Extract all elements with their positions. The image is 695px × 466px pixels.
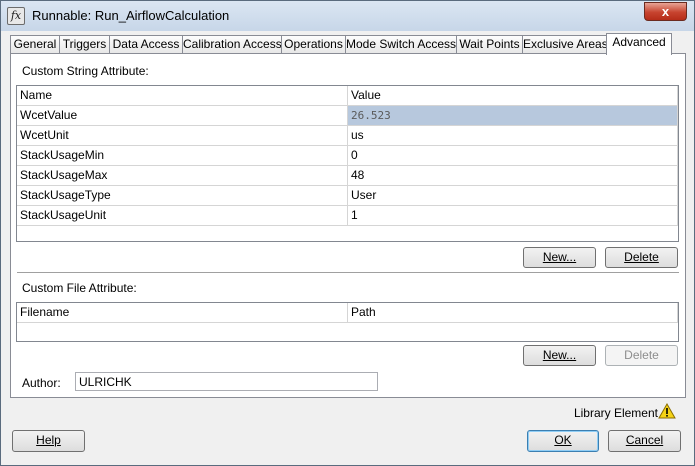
row-name-cell[interactable]: StackUsageUnit <box>17 206 348 226</box>
help-button-label: Help <box>36 433 61 447</box>
cancel-button-label: Cancel <box>625 433 664 447</box>
tab-wait-points[interactable]: Wait Points <box>456 35 523 54</box>
delete-string-attribute-button[interactable]: Delete <box>605 247 678 268</box>
new-file-attribute-button[interactable]: New... <box>523 345 596 366</box>
tab-advanced[interactable]: Advanced <box>606 33 672 55</box>
function-icon: fx <box>7 7 25 25</box>
delete-file-attribute-button[interactable]: Delete <box>605 345 678 366</box>
row-value-cell[interactable]: 26.523 <box>348 106 678 126</box>
delete-button-label: Delete <box>624 348 659 362</box>
row-name-cell[interactable]: StackUsageMax <box>17 166 348 186</box>
title-bar[interactable]: fx Runnable: Run_AirflowCalculation x <box>1 1 694 31</box>
tab-calibration-access[interactable]: Calibration Access <box>182 35 282 54</box>
row-name-cell[interactable]: StackUsageType <box>17 186 348 206</box>
row-name-cell[interactable]: WcetValue <box>17 106 348 126</box>
author-field[interactable] <box>75 372 378 391</box>
row-value-cell[interactable]: us <box>348 126 678 146</box>
column-header-filename[interactable]: Filename <box>17 303 348 323</box>
ok-button-label: OK <box>554 433 572 447</box>
string-attribute-table: Name Value WcetValue 26.523 WcetUnit us … <box>16 85 679 242</box>
cancel-button[interactable]: Cancel <box>608 430 681 452</box>
library-element-label: Library Element <box>573 406 658 420</box>
row-name-cell[interactable]: StackUsageMin <box>17 146 348 166</box>
tab-mode-switch-access[interactable]: Mode Switch Access <box>345 35 457 54</box>
row-value-cell[interactable]: 1 <box>348 206 678 226</box>
new-button-label: New... <box>542 250 577 264</box>
row-value-cell[interactable]: User <box>348 186 678 206</box>
section-divider <box>17 272 679 274</box>
new-string-attribute-button[interactable]: New... <box>523 247 596 268</box>
delete-button-label: Delete <box>624 250 659 264</box>
custom-file-attribute-label: Custom File Attribute: <box>22 281 137 295</box>
warning-icon <box>658 403 676 419</box>
tab-exclusive-areas[interactable]: Exclusive Areas <box>522 35 608 54</box>
tab-operations[interactable]: Operations <box>281 35 346 54</box>
file-attribute-table: Filename Path <box>16 302 679 342</box>
tab-general[interactable]: General <box>10 35 60 54</box>
custom-string-attribute-label: Custom String Attribute: <box>22 64 149 78</box>
tab-data-access[interactable]: Data Access <box>109 35 183 54</box>
help-button[interactable]: Help <box>12 430 85 452</box>
author-label: Author: <box>22 376 61 390</box>
column-header-value[interactable]: Value <box>348 86 678 106</box>
row-name-cell[interactable]: WcetUnit <box>17 126 348 146</box>
runnable-dialog: fx Runnable: Run_AirflowCalculation x Ge… <box>0 0 695 466</box>
ok-button[interactable]: OK <box>527 430 599 452</box>
tab-triggers[interactable]: Triggers <box>59 35 110 54</box>
row-value-cell[interactable]: 0 <box>348 146 678 166</box>
row-value-cell[interactable]: 48 <box>348 166 678 186</box>
close-button[interactable]: x <box>644 2 687 21</box>
column-header-name[interactable]: Name <box>17 86 348 106</box>
window-title: Runnable: Run_AirflowCalculation <box>32 8 230 23</box>
advanced-panel: Custom String Attribute: Name Value Wcet… <box>10 53 686 398</box>
new-button-label: New... <box>542 348 577 362</box>
column-header-path[interactable]: Path <box>348 303 678 323</box>
